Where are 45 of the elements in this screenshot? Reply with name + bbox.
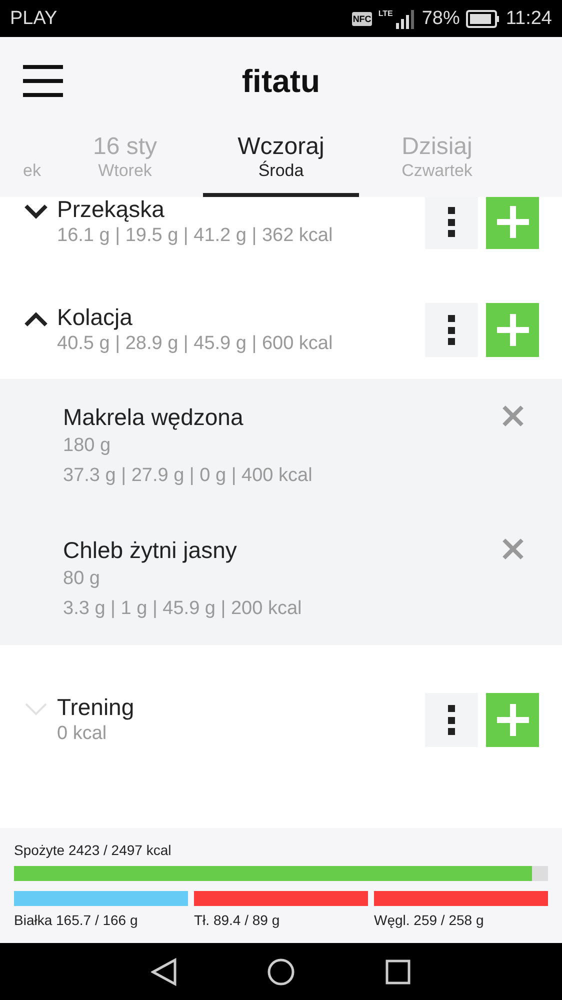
more-button[interactable] bbox=[425, 197, 478, 249]
close-icon[interactable] bbox=[502, 538, 524, 560]
plus-icon bbox=[496, 206, 528, 238]
day-tab[interactable]: ek bbox=[0, 125, 47, 197]
plus-icon bbox=[496, 704, 528, 736]
food-amount: 180 g bbox=[63, 434, 112, 458]
meal-name: Przekąska bbox=[57, 197, 166, 223]
macro-label: Białka 165.7 / 166 g bbox=[14, 912, 139, 928]
back-icon[interactable] bbox=[151, 958, 177, 986]
signal-icon bbox=[394, 8, 416, 28]
home-icon[interactable] bbox=[267, 958, 295, 986]
meal-summary: 40.5 g | 28.9 g | 45.9 g | 600 kcal bbox=[57, 332, 334, 356]
battery-percent: 78% bbox=[422, 8, 460, 30]
food-macros: 37.3 g | 27.9 g | 0 g | 400 kcal bbox=[63, 464, 314, 488]
meal-name: Trening bbox=[57, 693, 136, 721]
more-vertical-icon bbox=[448, 207, 456, 237]
battery-icon bbox=[466, 10, 500, 28]
food-name: Chleb żytni jasny bbox=[63, 536, 238, 564]
menu-icon[interactable] bbox=[23, 65, 63, 97]
recents-icon[interactable] bbox=[385, 958, 411, 984]
chevron-down-icon[interactable] bbox=[24, 203, 48, 219]
carrier-name: PLAY bbox=[10, 8, 58, 30]
macro-label: Tł. 89.4 / 89 g bbox=[194, 912, 281, 928]
meal-name: Kolacja bbox=[57, 303, 134, 331]
nfc-badge: NFC bbox=[352, 12, 372, 26]
plus-icon bbox=[496, 314, 528, 346]
day-tab[interactable]: Dzisiaj Czwartek bbox=[359, 125, 515, 197]
network-type: LTE bbox=[378, 8, 393, 18]
clock: 11:24 bbox=[506, 8, 552, 30]
food-macros: 3.3 g | 1 g | 45.9 g | 200 kcal bbox=[63, 597, 303, 621]
day-tab[interactable]: Wczoraj Środa bbox=[203, 125, 359, 197]
calories-label: Spożyte 2423 / 2497 kcal bbox=[14, 842, 172, 858]
macro-label: Węgl. 259 / 258 g bbox=[374, 912, 485, 928]
more-button[interactable] bbox=[425, 303, 478, 357]
more-button[interactable] bbox=[425, 693, 478, 747]
more-vertical-icon bbox=[448, 315, 456, 345]
day-tab[interactable]: 16 sty Wtorek bbox=[47, 125, 203, 197]
meal-summary: 16.1 g | 19.5 g | 41.2 g | 362 kcal bbox=[57, 224, 334, 248]
close-icon[interactable] bbox=[502, 405, 524, 427]
more-vertical-icon bbox=[448, 705, 456, 735]
meal-summary: 0 kcal bbox=[57, 722, 108, 746]
food-amount: 80 g bbox=[63, 567, 101, 591]
app-logo: fitatu bbox=[240, 63, 322, 100]
chevron-up-icon[interactable] bbox=[24, 311, 48, 327]
food-name: Makrela wędzona bbox=[63, 403, 244, 431]
